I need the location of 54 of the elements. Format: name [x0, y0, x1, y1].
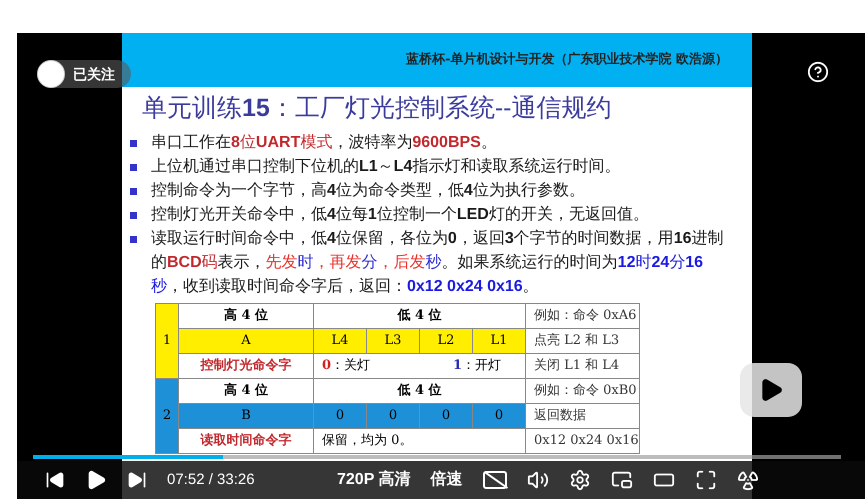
subtitle-icon[interactable]: [482, 471, 507, 489]
next-icon[interactable]: [127, 470, 147, 490]
play-overlay-icon[interactable]: [740, 363, 802, 417]
table-cell: B: [178, 404, 314, 428]
fullscreen-icon[interactable]: [694, 469, 717, 491]
bullet-icon: [130, 236, 137, 243]
bullet-icon: [130, 212, 137, 219]
table-cell: 0: [366, 404, 420, 428]
bullet-icon: [130, 188, 137, 195]
help-icon[interactable]: [807, 61, 829, 83]
radiation-icon[interactable]: [736, 469, 759, 491]
settings-icon[interactable]: [568, 469, 591, 491]
table-cell: 高 4 位: [178, 304, 314, 328]
progress-track[interactable]: [33, 455, 841, 459]
legend-text: 1：开灯: [452, 357, 501, 376]
table-cell: 0: [420, 404, 472, 428]
table-cell: L1: [472, 328, 526, 354]
bullet-text: 控制命令为一个字节，高4位为命令类型，低4位为执行参数。: [151, 180, 585, 201]
table-cell: 低 4 位: [314, 378, 526, 404]
bullet-text: 上位机通过串口控制下位机的L1～L4指示灯和读取系统运行时间。: [151, 156, 620, 177]
note-cell: 关闭 L1 和 L4: [526, 354, 640, 378]
bullet-text: 读取运行时间命令中，低4位保留，各位为0，返回3个字节的时间数据，用16进制的BCD码表示，先发时，再发分，后发秒。如果系统运行的时间为12时24分16秒，收到读取时间命令字后，返回：0x12 0x24 0x16。: [151, 228, 725, 297]
previous-icon[interactable]: [45, 470, 65, 490]
quality-button[interactable]: 720P 高清: [337, 468, 411, 492]
table-cell: L2: [420, 328, 472, 354]
avatar-icon[interactable]: [37, 60, 65, 88]
table-cell: 保留，均为 0。: [314, 428, 526, 454]
bullet-icon: [130, 140, 137, 147]
bullet-icon: [130, 164, 137, 171]
section-number-cell: 2: [156, 378, 178, 454]
time-text: 07:52 / 33:26: [167, 470, 256, 490]
note-cell: 返回数据: [526, 404, 640, 428]
volume-icon[interactable]: [526, 469, 549, 491]
picture-in-picture-icon[interactable]: [610, 469, 633, 491]
table-cell: 高 4 位: [178, 378, 314, 404]
table-cell: L3: [366, 328, 420, 354]
bullet-text: 串口工作在8位UART模式，波特率为9600BPS。: [151, 132, 497, 153]
note-cell: 例如：命令 0xB0: [526, 378, 640, 404]
note-cell: 点亮 L2 和 L3: [526, 328, 640, 354]
table-cell: A: [178, 328, 314, 354]
table-cell: 0: [314, 404, 366, 428]
table-cell: 控制灯光命令字: [178, 354, 314, 378]
table-cell: 0: [472, 404, 526, 428]
note-cell: 0x12 0x24 0x16: [526, 428, 640, 454]
table-cell: 读取时间命令字: [178, 428, 314, 454]
legend-text: 0：关灯: [322, 357, 370, 376]
header-text: 蓝桥杯-单片机设计与开发（广东职业技术学院 欧浩源）: [406, 50, 728, 70]
bullet-text: 控制灯光开关命令中，低4位每1位控制一个LED灯的开关，无返回值。: [151, 204, 649, 225]
slide-title: 单元训练15：工厂灯光控制系统--通信规约: [141, 93, 612, 124]
table-cell: L4: [314, 328, 366, 354]
table-cell: 低 4 位: [314, 304, 526, 328]
note-cell: 例如：命令 0xA6: [526, 304, 640, 328]
section-number-cell: 1: [156, 304, 178, 378]
speed-button[interactable]: 倍速: [430, 468, 463, 492]
